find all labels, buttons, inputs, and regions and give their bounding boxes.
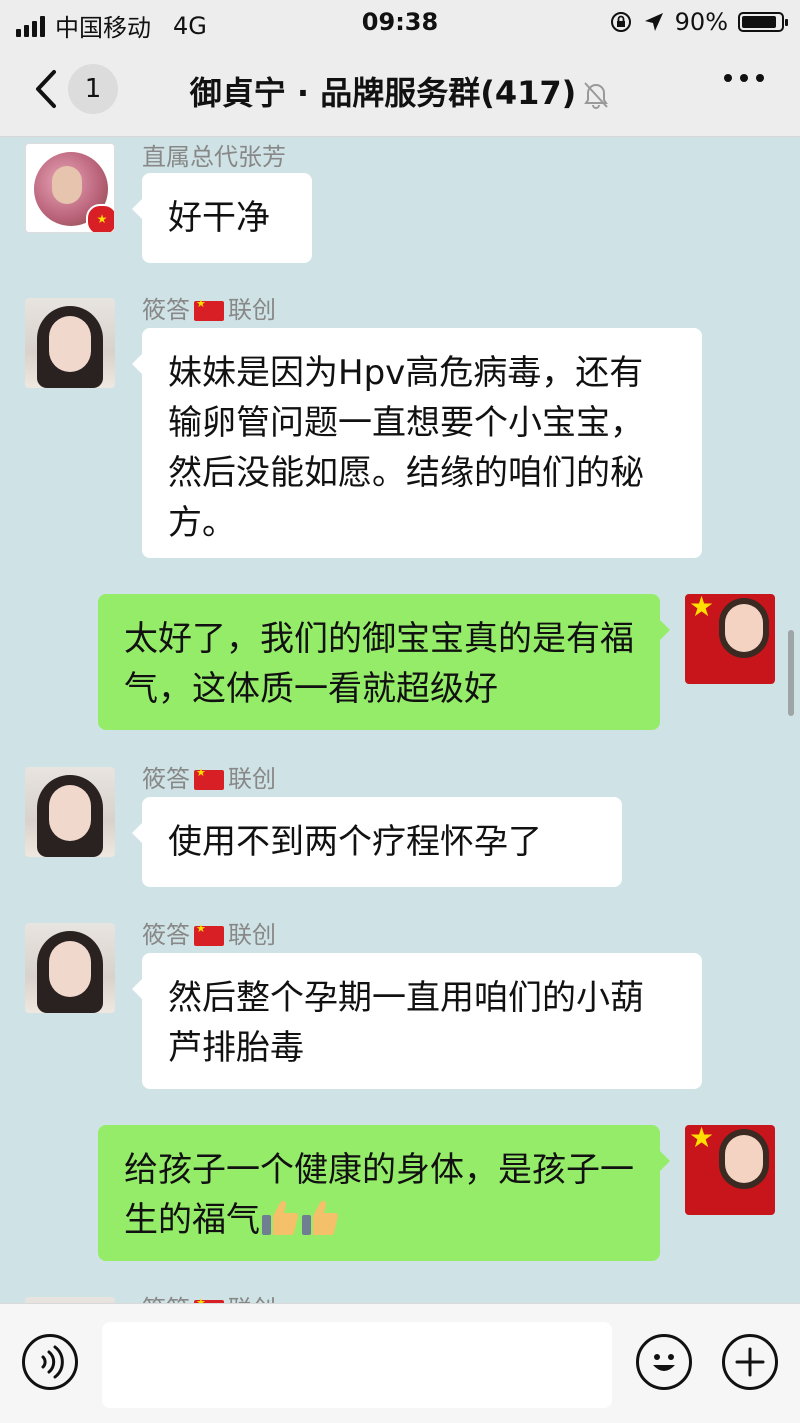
- bell-off-icon: [584, 82, 609, 109]
- battery-percent: 90%: [674, 8, 728, 36]
- status-right: 90%: [609, 8, 788, 36]
- group-title: 御貞宁 · 品牌服务群(417): [150, 68, 650, 114]
- sender-name: 筱答联创: [142, 1289, 276, 1303]
- china-flag-icon: [194, 297, 224, 321]
- unread-count-badge[interactable]: 1: [68, 64, 118, 114]
- message-bubble[interactable]: 太好了，我们的御宝宝真的是有福气，这体质一看就超级好: [98, 594, 670, 730]
- plus-icon[interactable]: [722, 1334, 778, 1390]
- message-bubble[interactable]: 然后整个孕期一直用咱们的小葫芦排胎毒: [132, 953, 702, 1089]
- message-text: 给孩子一个健康的身体，是孩子一生的福气: [124, 1150, 634, 1240]
- my-avatar[interactable]: [685, 1125, 775, 1215]
- sender-avatar[interactable]: [25, 767, 115, 857]
- sender-name: 筱答联创: [142, 290, 276, 325]
- thumbs-up-icon: [262, 1200, 298, 1236]
- message-input[interactable]: [102, 1322, 612, 1408]
- message-bubble[interactable]: 给孩子一个健康的身体，是孩子一生的福气: [98, 1125, 670, 1261]
- chat-header: 1 御貞宁 · 品牌服务群(417): [0, 44, 800, 137]
- sender-avatar[interactable]: [25, 923, 115, 1013]
- chevron-left-icon[interactable]: [28, 64, 68, 114]
- battery-icon: [738, 12, 788, 32]
- message-bubble[interactable]: 好干净: [132, 173, 312, 263]
- thumbs-up-icon: [302, 1200, 338, 1236]
- emoji-icon[interactable]: [636, 1334, 692, 1390]
- my-avatar[interactable]: [685, 594, 775, 684]
- input-bar: [0, 1303, 800, 1423]
- message-bubble[interactable]: 妹妹是因为Hpv高危病毒，还有输卵管问题一直想要个小宝宝，然后没能如愿。结缘的咱…: [132, 328, 702, 558]
- sender-avatar[interactable]: ★: [25, 143, 115, 233]
- location-icon: [644, 13, 663, 31]
- more-icon[interactable]: [724, 74, 764, 82]
- group-title-text: 御貞宁 · 品牌服务群(417): [189, 74, 577, 112]
- china-flag-icon: [194, 766, 224, 790]
- sender-name: 直属总代张芳: [142, 143, 286, 171]
- china-flag-icon: [194, 922, 224, 946]
- voice-icon[interactable]: [22, 1334, 78, 1390]
- message-bubble[interactable]: 使用不到两个疗程怀孕了: [132, 797, 622, 887]
- orientation-lock-icon: [610, 12, 631, 32]
- sender-name: 筱答联创: [142, 759, 276, 794]
- sender-avatar[interactable]: [25, 298, 115, 388]
- scrollbar[interactable]: [788, 630, 794, 716]
- flag-badge-icon: ★: [86, 204, 114, 232]
- sender-name: 筱答联创: [142, 915, 276, 950]
- message-list[interactable]: ★ 直属总代张芳 好干净 筱答联创 妹妹是因为Hpv高危病毒，还有输卵管问题一直…: [0, 137, 800, 1303]
- status-bar: 中国移动 4G 09:38 90%: [0, 0, 800, 44]
